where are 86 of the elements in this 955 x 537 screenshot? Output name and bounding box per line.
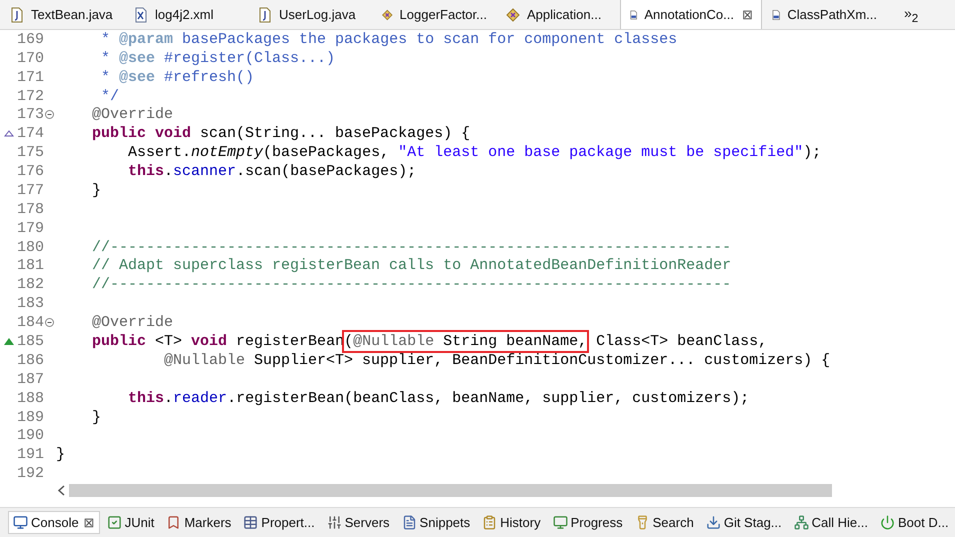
clipboard-icon bbox=[482, 515, 498, 530]
code-text: @Nullable Supplier<T> supplier, BeanDefinitionCustomizer... customizers) { bbox=[163, 352, 830, 369]
line-number: 191 bbox=[17, 446, 45, 464]
editor-tab[interactable]: AnnotationCo... ⊠ bbox=[620, 0, 762, 29]
line-number: 176 bbox=[17, 163, 45, 180]
code-text: * @see #refresh() bbox=[100, 68, 254, 86]
code-text: public void scan(String... basePackages) { bbox=[91, 125, 470, 142]
line-number: 183 bbox=[17, 295, 45, 312]
scrollbar-thumb[interactable] bbox=[69, 484, 832, 497]
tab-overflow-button[interactable]: »$_{2}$ bbox=[904, 4, 918, 24]
close-icon[interactable]: ⊠ bbox=[84, 515, 95, 530]
puzzle-file-icon bbox=[505, 6, 521, 22]
line-number: 188 bbox=[17, 390, 45, 407]
line-number: 185 bbox=[17, 332, 45, 350]
code-text: } bbox=[91, 182, 102, 199]
line-number: 177 bbox=[17, 182, 45, 199]
java-file-icon bbox=[257, 6, 273, 22]
highlight-box: (@Nullable String beanName, bbox=[344, 332, 588, 351]
code-text: Class<T> beanClass, bbox=[595, 332, 768, 350]
override-triangle-icon bbox=[4, 130, 14, 138]
code-text: } bbox=[56, 446, 66, 464]
line-number: 189 bbox=[17, 408, 45, 426]
view-tab[interactable]: JUnit bbox=[102, 511, 160, 534]
editor-tab[interactable]: TextBean.java bbox=[0, 0, 124, 29]
view-tab[interactable]: Propert... bbox=[238, 511, 320, 534]
code-text: //--------------------------------------------------------------------- bbox=[91, 276, 732, 294]
line-number: 186 bbox=[17, 352, 45, 369]
code-text: * @param basePackages the packages to scan for component classes bbox=[100, 30, 678, 48]
java-file-icon bbox=[9, 6, 25, 22]
code-text: */ bbox=[100, 88, 120, 105]
line-number: 180 bbox=[17, 238, 45, 256]
line-number: 171 bbox=[17, 68, 45, 86]
collapse-icon[interactable] bbox=[45, 110, 54, 120]
check-square-icon bbox=[106, 515, 122, 530]
line-number: 173 bbox=[17, 106, 45, 124]
code-text: //--------------------------------------------------------------------- bbox=[91, 238, 732, 256]
bookmark-icon bbox=[166, 515, 182, 530]
editor-tab[interactable]: Application... bbox=[496, 0, 620, 29]
view-tab[interactable]: Call Hie... bbox=[788, 511, 873, 534]
line-number: 181 bbox=[17, 257, 45, 274]
editor-tab[interactable]: log4j2.xml bbox=[124, 0, 248, 29]
line-number: 170 bbox=[17, 50, 45, 67]
power-icon bbox=[880, 515, 895, 530]
line-number: 192 bbox=[17, 465, 45, 482]
line-number: 175 bbox=[17, 144, 45, 162]
code-text: @Override bbox=[91, 314, 174, 332]
view-tab[interactable]: Markers bbox=[161, 511, 236, 534]
view-tab[interactable]: Console ⊠ bbox=[8, 511, 100, 534]
line-number: 187 bbox=[17, 370, 45, 388]
hierarchy-icon bbox=[794, 515, 809, 530]
view-tab[interactable]: History bbox=[477, 511, 546, 534]
view-tab[interactable]: Servers bbox=[322, 511, 395, 534]
line-number: 169 bbox=[17, 30, 45, 48]
code-text: } bbox=[91, 408, 102, 426]
line-number: 184 bbox=[17, 314, 45, 332]
document-icon bbox=[402, 515, 417, 530]
editor-tab[interactable]: UserLog.java bbox=[248, 0, 372, 29]
view-tab[interactable]: Snippets bbox=[396, 511, 476, 534]
implements-triangle-icon bbox=[4, 338, 14, 345]
code-text: @Override bbox=[91, 106, 174, 124]
monitor-icon bbox=[13, 515, 28, 530]
download-icon bbox=[706, 515, 721, 530]
view-tab[interactable]: Boot D... bbox=[875, 511, 954, 534]
line-number: 178 bbox=[17, 200, 45, 218]
code-text: * @see #register(Class...) bbox=[100, 50, 336, 67]
close-icon[interactable]: ⊠ bbox=[742, 7, 753, 22]
editor-tab[interactable]: LoggerFactor... bbox=[372, 0, 496, 29]
view-tab[interactable]: Git Stag... bbox=[700, 511, 787, 534]
xml-file-icon bbox=[133, 6, 149, 22]
code-text: this.reader.registerBean(beanClass, beanName, supplier, customizers); bbox=[127, 390, 750, 407]
code-text: // Adapt superclass registerBean calls to AnnotatedBeanDefinitionReader bbox=[91, 257, 732, 274]
line-number: 182 bbox=[17, 276, 45, 294]
line-number: 172 bbox=[17, 88, 45, 105]
sliders-icon bbox=[326, 515, 342, 530]
view-tab[interactable]: Search bbox=[630, 511, 699, 534]
line-number: 174 bbox=[17, 125, 45, 142]
line-number: 190 bbox=[17, 427, 45, 444]
scroll-left-icon[interactable] bbox=[57, 485, 66, 496]
editor-tab[interactable]: ClassPathXm... bbox=[762, 0, 886, 29]
table-icon bbox=[243, 515, 258, 530]
code-text: this.scanner.scan(basePackages); bbox=[127, 163, 416, 180]
code-text: Assert.notEmpty(basePackages, "At least one base package must be specified"); bbox=[127, 144, 822, 162]
collapse-icon[interactable] bbox=[45, 318, 54, 328]
view-tab[interactable]: Progress bbox=[548, 511, 628, 534]
code-text: public <T> void registerBean bbox=[91, 332, 344, 350]
line-number: 179 bbox=[17, 220, 45, 237]
